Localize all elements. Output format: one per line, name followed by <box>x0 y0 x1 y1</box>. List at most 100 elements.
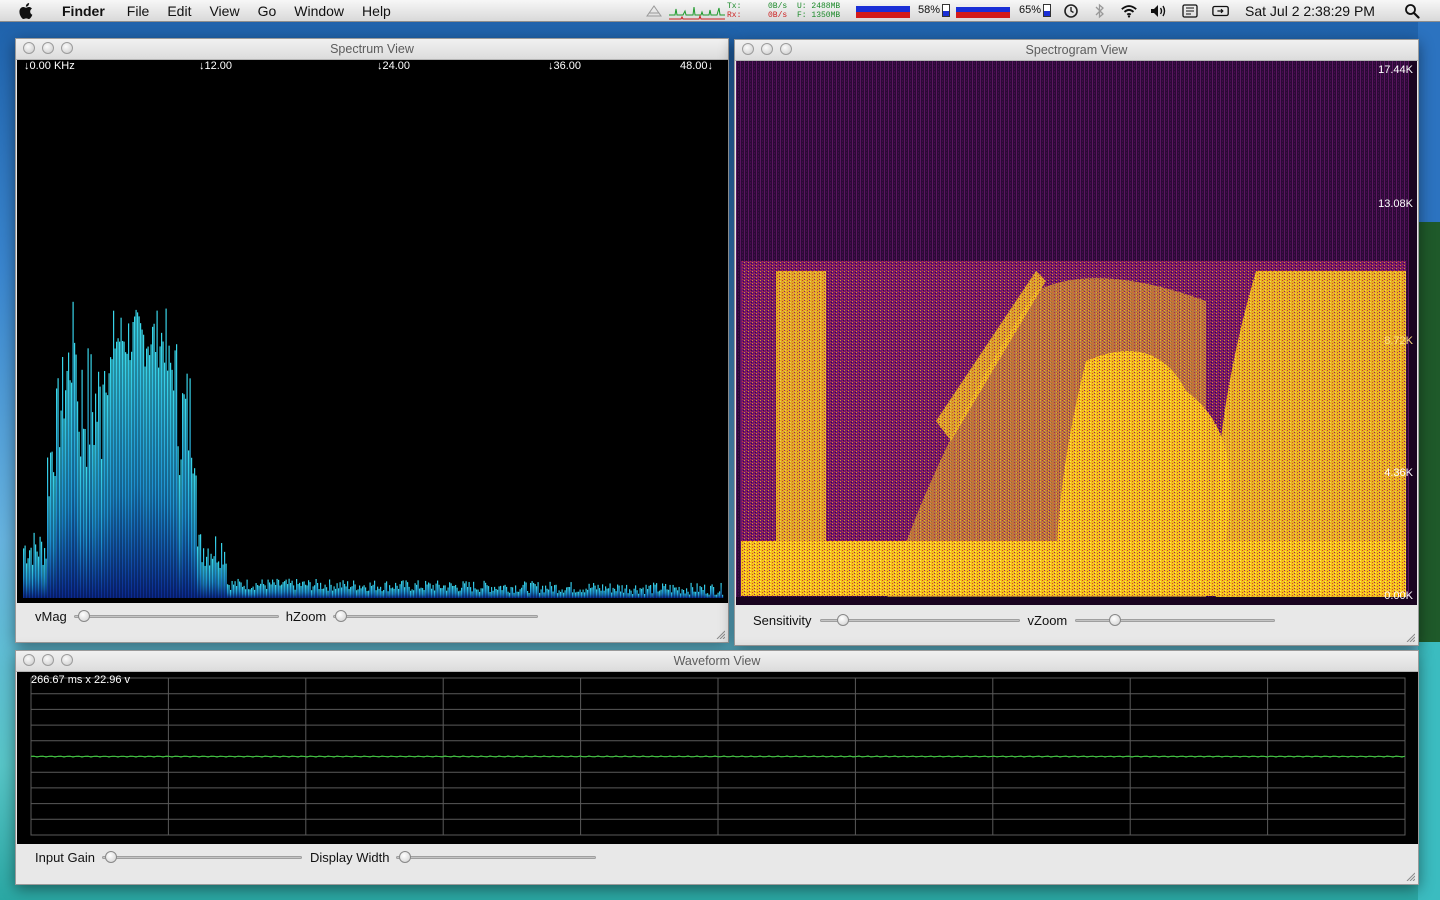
apple-icon[interactable] <box>19 2 39 20</box>
spectrum-bar <box>236 586 238 598</box>
spectrum-bar <box>687 591 689 598</box>
menu-go[interactable]: Go <box>249 0 286 22</box>
spectrum-bar <box>365 587 367 598</box>
spectrum-bar <box>422 588 424 598</box>
cpu-history-graph[interactable] <box>856 4 910 18</box>
spectrum-bar <box>140 323 142 598</box>
zoom-button[interactable] <box>61 42 73 54</box>
minimize-button[interactable] <box>42 654 54 666</box>
spectrum-bar <box>395 582 397 598</box>
spectrum-bar <box>183 394 185 598</box>
input-menu-icon[interactable] <box>1181 2 1199 20</box>
spectrum-bar <box>51 451 53 598</box>
spectrum-bar <box>377 586 379 598</box>
volume-icon[interactable] <box>1150 2 1168 20</box>
spectrum-bar <box>671 592 673 598</box>
menu-bar: Finder File Edit View Go Window Help Tx:… <box>0 0 1440 22</box>
menu-file[interactable]: File <box>118 0 159 22</box>
spectrum-bar <box>110 357 112 598</box>
close-button[interactable] <box>742 43 754 55</box>
spectrum-bar <box>74 342 76 598</box>
spectrum-bar <box>338 588 340 598</box>
spectrum-bar <box>593 582 595 598</box>
menu-app-finder[interactable]: Finder <box>53 0 114 22</box>
input-gain-slider[interactable] <box>102 850 302 864</box>
spectrum-bar <box>507 591 509 598</box>
spectrum-bar <box>477 589 479 598</box>
cpu-level-icon <box>942 4 950 17</box>
spectrum-bar <box>320 582 322 598</box>
spectrum-bar <box>633 588 635 598</box>
spectrum-bar <box>630 590 632 598</box>
spectrogram-titlebar[interactable]: Spectrogram View <box>735 40 1418 61</box>
spectrum-bar <box>692 587 694 598</box>
spotlight-icon[interactable] <box>1403 2 1421 20</box>
zoom-button[interactable] <box>780 43 792 55</box>
waveform-plot[interactable]: 266.67 ms x 22.96 v <box>17 672 1418 844</box>
sg-freq-label-4: 4.36K <box>1384 467 1413 479</box>
resize-grip-icon[interactable] <box>1405 871 1415 881</box>
spectrum-controls: vMag hZoom <box>35 607 715 625</box>
spectrum-bar <box>711 584 713 598</box>
spectrum-bar <box>461 587 463 598</box>
vmag-slider[interactable] <box>73 609 279 623</box>
spectrogram-plot[interactable]: 17.44K 13.08K 8.72K 4.36K 0.00K <box>736 61 1417 605</box>
spectrum-bar <box>233 584 235 598</box>
spectrum-bar <box>665 583 667 598</box>
menu-edit[interactable]: Edit <box>158 0 200 22</box>
network-monitor[interactable]: Tx: Rx: 0B/s 0B/s U: 2488MB F: 1350MB <box>645 1 855 21</box>
spectrum-bar <box>335 588 337 598</box>
battery-icon[interactable] <box>1043 4 1051 17</box>
spectrum-bar <box>108 373 110 598</box>
spectrum-bar <box>654 584 656 598</box>
wifi-icon[interactable] <box>1120 2 1138 20</box>
time-machine-icon[interactable] <box>1062 2 1080 20</box>
spectrum-bar <box>480 588 482 598</box>
spectrum-bar <box>498 586 500 598</box>
spectrum-bar <box>89 444 91 598</box>
spectrum-bar <box>26 563 28 598</box>
bluetooth-icon[interactable] <box>1091 2 1109 20</box>
display-icon[interactable] <box>1212 2 1230 20</box>
close-button[interactable] <box>23 654 35 666</box>
memory-history-graph[interactable] <box>956 4 1010 18</box>
vzoom-slider[interactable] <box>1075 613 1276 627</box>
menu-window[interactable]: Window <box>285 0 353 22</box>
spectrum-bar <box>635 585 637 598</box>
spectrum-plot[interactable]: ↓0.00 KHz ↓12.00 ↓24.00 ↓36.00 48.00↓ <box>17 60 728 603</box>
spectrum-bar <box>608 588 610 598</box>
minimize-button[interactable] <box>761 43 773 55</box>
spectrum-bar <box>644 593 646 598</box>
hzoom-slider[interactable] <box>333 609 539 623</box>
spectrum-bar <box>215 536 217 598</box>
spectrum-bar <box>141 329 143 598</box>
spectrum-bar <box>537 582 539 598</box>
spectrum-bar <box>549 581 551 598</box>
spectrum-bar <box>278 579 280 598</box>
menubar-clock[interactable]: Sat Jul 2 2:38:29 PM <box>1245 0 1375 22</box>
zoom-button[interactable] <box>61 654 73 666</box>
sensitivity-slider[interactable] <box>819 613 1020 627</box>
spectrum-bar <box>713 587 715 598</box>
spectrum-bar <box>129 360 131 598</box>
spectrum-bar <box>600 590 602 598</box>
resize-grip-icon[interactable] <box>715 629 725 639</box>
spectrum-bar <box>705 593 707 598</box>
spectrum-bar <box>114 348 116 598</box>
resize-grip-icon[interactable] <box>1405 632 1415 642</box>
spectrum-bar <box>542 585 544 598</box>
spectrum-bar <box>341 587 343 598</box>
spectrum-bar <box>98 371 100 598</box>
spectrum-bar <box>690 582 692 598</box>
waveform-titlebar[interactable]: Waveform View <box>16 651 1418 672</box>
spectrum-bar <box>246 579 248 598</box>
spectrum-bar <box>128 323 130 598</box>
close-button[interactable] <box>23 42 35 54</box>
menu-help[interactable]: Help <box>353 0 400 22</box>
minimize-button[interactable] <box>42 42 54 54</box>
spectrum-bar <box>243 585 245 598</box>
display-width-slider[interactable] <box>396 850 597 864</box>
spectrum-bar <box>75 354 77 598</box>
menu-view[interactable]: View <box>200 0 248 22</box>
spectrum-titlebar[interactable]: Spectrum View <box>16 39 728 60</box>
